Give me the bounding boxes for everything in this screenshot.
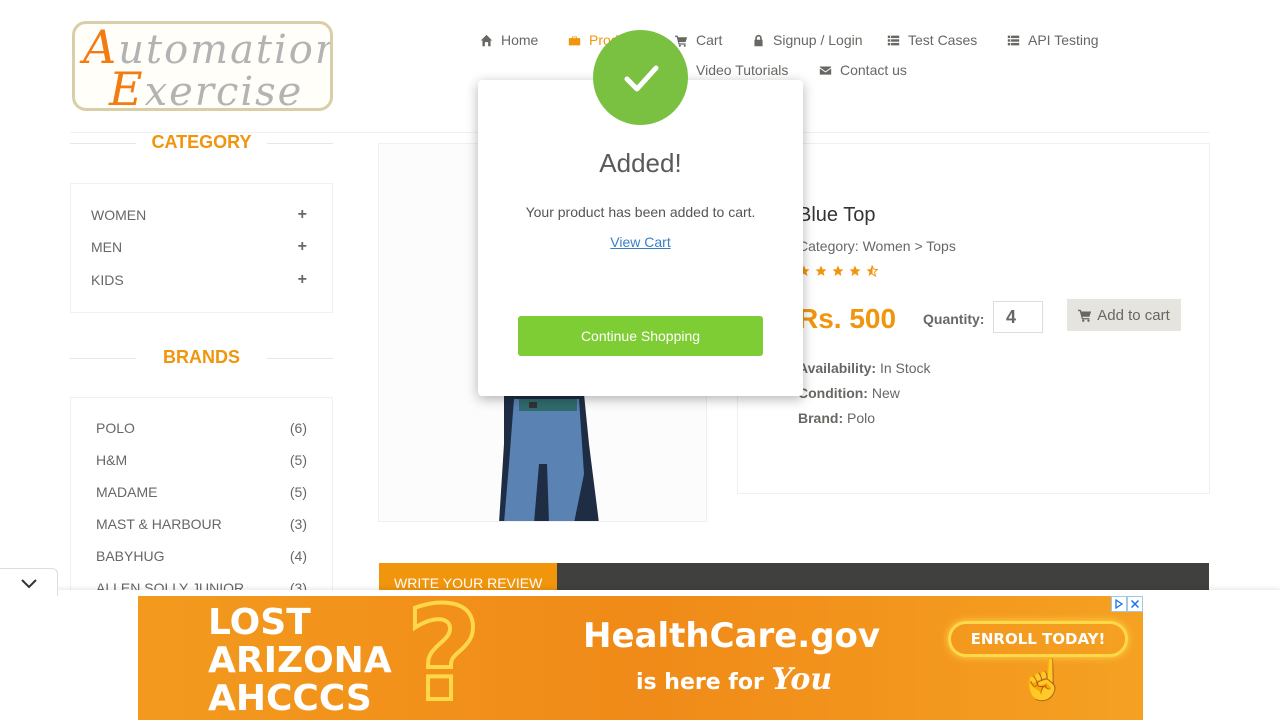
- success-check-icon: [593, 30, 688, 125]
- category-item-kids[interactable]: KIDS +: [91, 271, 307, 289]
- nav-api-testing[interactable]: API Testing: [1007, 32, 1099, 48]
- nav-home[interactable]: Home: [480, 32, 538, 48]
- product-rating: [798, 265, 878, 277]
- brand-item-polo[interactable]: POLO (6): [96, 420, 307, 436]
- nav-signup-login[interactable]: Signup / Login: [752, 32, 863, 48]
- product-name: Blue Top: [798, 204, 876, 226]
- star-icon: [849, 265, 861, 276]
- logo-line-2: Exercise: [109, 62, 304, 111]
- plus-icon: +: [297, 271, 307, 288]
- list-icon: [1007, 35, 1020, 45]
- chevron-down-icon: [20, 578, 37, 588]
- nav-contact-us[interactable]: Contact us: [819, 62, 907, 78]
- brand-item-madame[interactable]: MADAME (5): [96, 484, 307, 500]
- nav-test-cases[interactable]: Test Cases: [887, 32, 977, 48]
- cart-icon: [675, 35, 688, 47]
- envelope-icon: [819, 65, 832, 75]
- ad-collapse-button[interactable]: [0, 568, 58, 596]
- list-icon: [887, 35, 900, 45]
- product-price: Rs. 500: [798, 303, 897, 334]
- quantity-label: Quantity:: [923, 311, 985, 327]
- briefcase-icon: [568, 35, 581, 45]
- modal-title: Added!: [599, 148, 682, 178]
- star-icon: [832, 265, 844, 276]
- product-brand: Brand: Polo: [798, 410, 876, 426]
- ad-banner[interactable]: LOST ARIZONA AHCCCS ? HealthCare.gov is …: [138, 596, 1143, 720]
- pointer-hand-icon: ☝: [1018, 658, 1068, 702]
- cart-icon: [1078, 309, 1092, 322]
- ad-enroll-button[interactable]: ENROLL TODAY!: [948, 621, 1128, 657]
- nav-cart[interactable]: Cart: [675, 32, 722, 48]
- plus-icon: +: [297, 206, 307, 223]
- add-to-cart-button[interactable]: Add to cart: [1067, 299, 1181, 331]
- ad-headline: LOST ARIZONA AHCCCS: [208, 602, 392, 719]
- ad-question-mark: ?: [404, 596, 483, 720]
- modal-message: Your product has been added to cart.: [525, 204, 756, 220]
- lock-icon: [754, 34, 763, 46]
- ad-tagline: is here for You: [636, 662, 833, 697]
- category-heading: CATEGORY: [70, 132, 333, 153]
- product-availability: Availability: In Stock: [798, 360, 931, 376]
- star-half-icon: [866, 265, 878, 277]
- category-item-women[interactable]: WOMEN +: [91, 206, 307, 224]
- brands-heading: BRANDS: [70, 347, 333, 368]
- star-icon: [815, 265, 827, 276]
- category-item-men[interactable]: MEN +: [91, 238, 307, 256]
- continue-shopping-button[interactable]: Continue Shopping: [518, 316, 763, 356]
- ad-brand: HealthCare.gov: [583, 616, 881, 656]
- category-panel: WOMEN + MEN + KIDS +: [70, 183, 333, 313]
- ad-close-icon[interactable]: [1127, 596, 1143, 612]
- ad-info-icon[interactable]: [1111, 596, 1127, 612]
- brand-item-mast-harbour[interactable]: MAST & HARBOUR (3): [96, 516, 307, 532]
- brands-panel: POLO (6) H&M (5) MADAME (5) MAST & HARBOUR(…: [70, 397, 333, 607]
- view-cart-link[interactable]: View Cart: [478, 234, 803, 250]
- brand-item-babyhug[interactable]: BABYHUG (4): [96, 548, 307, 564]
- plus-icon: +: [297, 238, 307, 255]
- home-icon: [480, 34, 493, 46]
- product-condition: Condition: New: [798, 385, 900, 401]
- site-logo[interactable]: Automation Exercise: [72, 21, 333, 111]
- quantity-input[interactable]: [993, 301, 1043, 333]
- nav-video-tutorials[interactable]: Video Tutorials: [675, 62, 788, 78]
- brand-item-hm[interactable]: H&M (5): [96, 452, 307, 468]
- product-category: Category: Women > Tops: [798, 238, 956, 254]
